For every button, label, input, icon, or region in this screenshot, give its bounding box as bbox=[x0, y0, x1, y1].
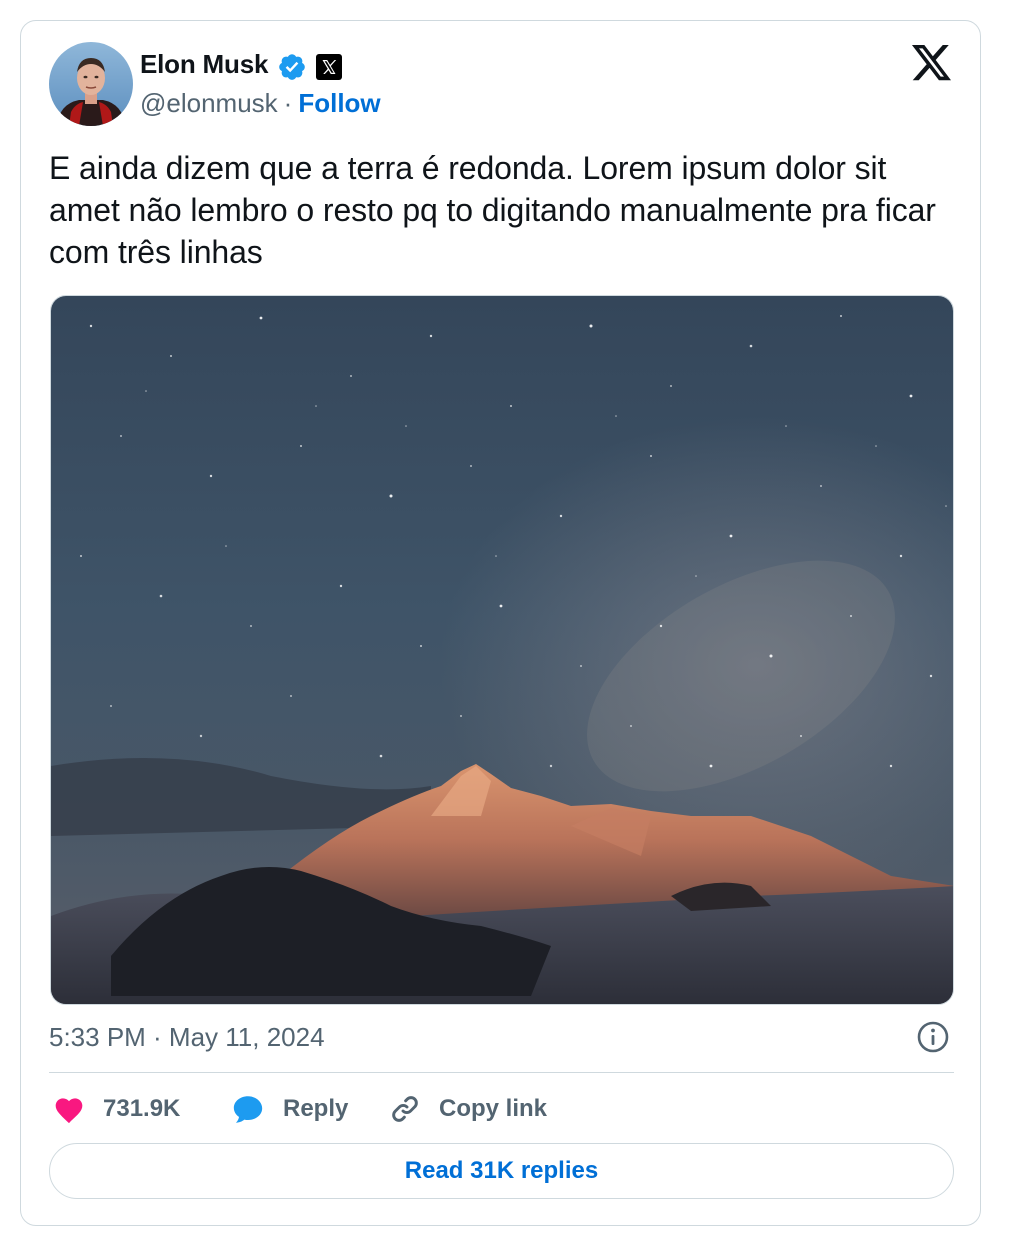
copy-link-button[interactable]: Copy link bbox=[389, 1091, 547, 1127]
author-handle[interactable]: @elonmusk bbox=[140, 88, 278, 118]
tweet-timestamp[interactable]: 5:33 PM · May 11, 2024 bbox=[49, 1022, 325, 1053]
reply-label: Reply bbox=[283, 1095, 349, 1122]
x-affiliate-icon bbox=[316, 54, 342, 80]
info-icon[interactable] bbox=[916, 1020, 950, 1054]
verified-badge-icon bbox=[279, 54, 305, 80]
link-icon bbox=[392, 1096, 418, 1122]
speech-bubble-icon bbox=[233, 1096, 263, 1123]
tweet-text: E ainda dizem que a terra é redonda. Lor… bbox=[49, 150, 936, 270]
copy-link-label: Copy link bbox=[439, 1095, 548, 1122]
separator: · bbox=[283, 88, 293, 118]
likes-count: 731.9K bbox=[103, 1095, 181, 1122]
heart-icon bbox=[55, 1098, 83, 1124]
author-handle-row: @elonmusk · Follow bbox=[140, 88, 381, 119]
like-button[interactable]: 731.9K bbox=[53, 1091, 180, 1127]
read-replies-button[interactable]: Read 31K replies bbox=[49, 1143, 954, 1199]
tweet-image[interactable] bbox=[50, 295, 954, 1005]
tweet-card: Elon Musk @elonmusk · Follow E ainda dizem… bbox=[20, 20, 981, 1226]
author-name[interactable]: Elon Musk bbox=[140, 49, 268, 80]
avatar[interactable] bbox=[49, 42, 133, 126]
reply-button[interactable]: Reply bbox=[231, 1091, 348, 1127]
divider bbox=[49, 1072, 954, 1073]
follow-button[interactable]: Follow bbox=[298, 88, 380, 118]
x-logo-icon[interactable] bbox=[911, 45, 953, 83]
